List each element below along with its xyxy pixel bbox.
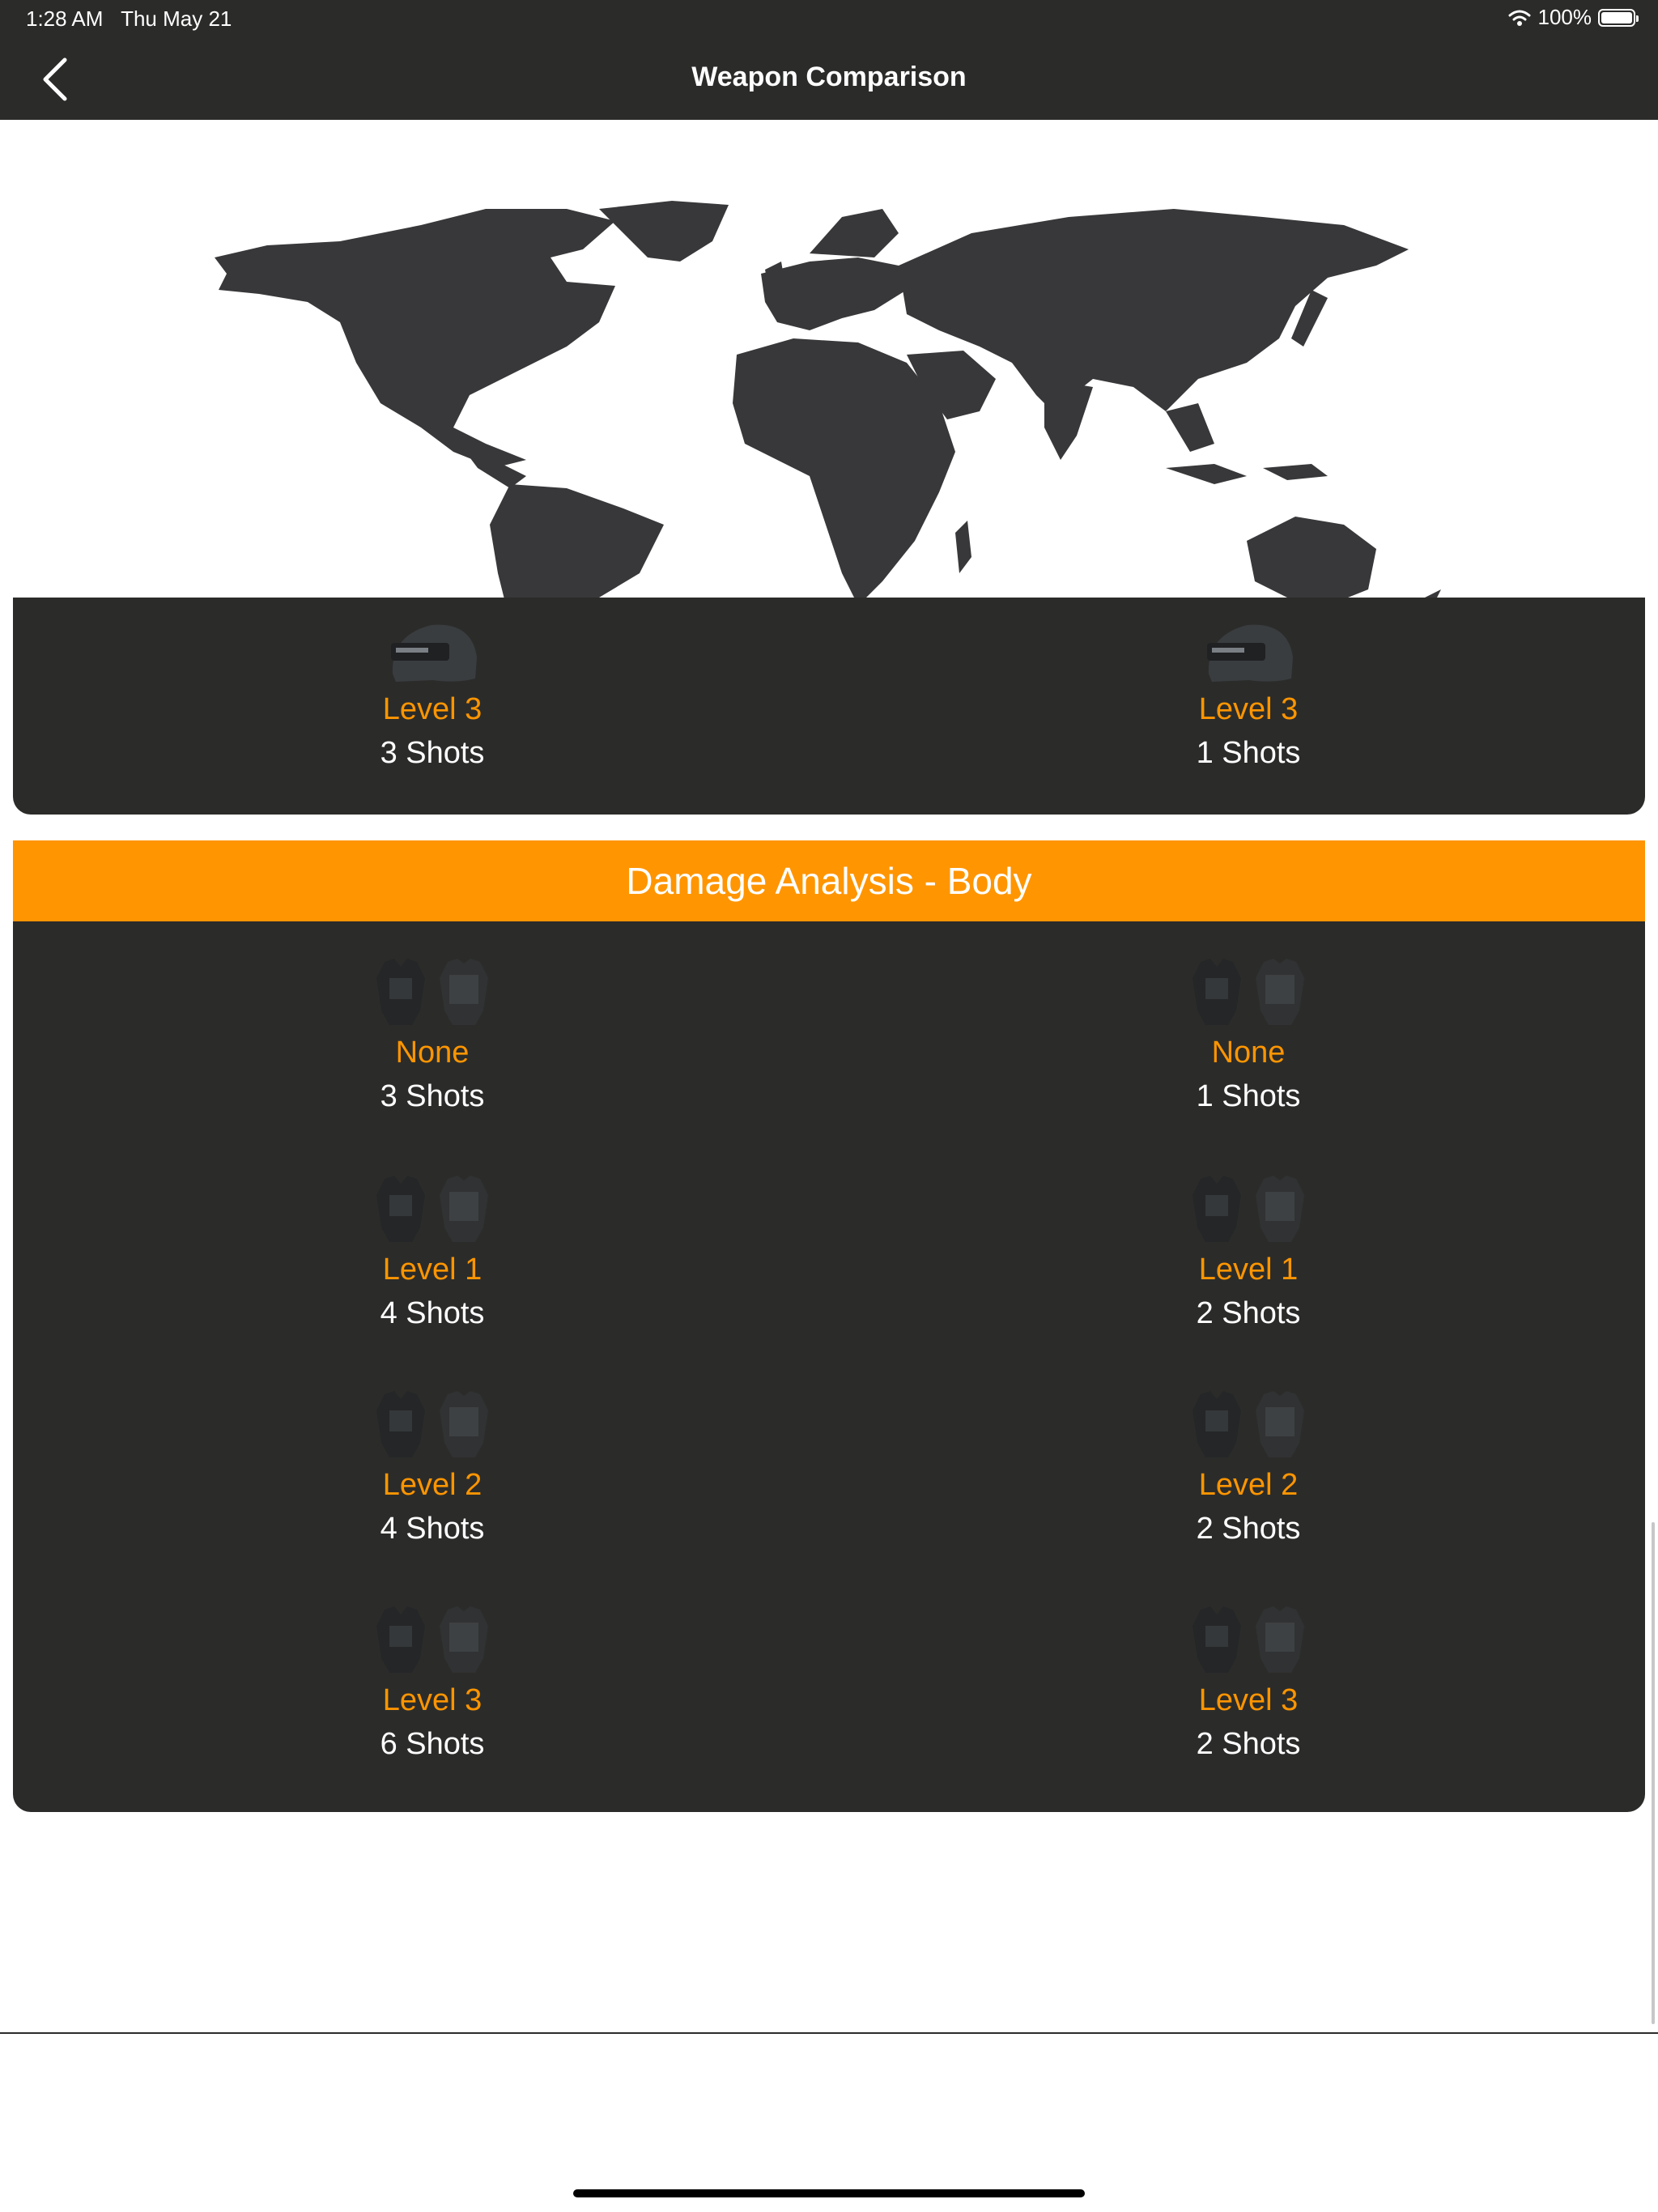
body-level-label: Level 3 <box>382 1683 483 1717</box>
body-right-cell: None 1 Shots <box>1086 954 1410 1119</box>
status-date-text: Thu May 21 <box>121 6 232 31</box>
bottom-divider <box>0 2032 1658 2034</box>
helmet-icon-wrap <box>1086 610 1410 688</box>
vest-icon-wrap <box>1086 1386 1410 1464</box>
body-shots-value: 6 Shots <box>380 1727 485 1761</box>
body-level-label: Level 1 <box>1198 1253 1299 1287</box>
vest-icon <box>1192 1391 1241 1457</box>
vest-back-icon <box>1256 1391 1304 1457</box>
body-level-label: None <box>1211 1036 1286 1070</box>
vest-icon-wrap <box>1086 954 1410 1032</box>
helmet-right-cell: Level 3 1 Shots <box>1086 610 1410 776</box>
vest-back-icon <box>440 1176 488 1242</box>
status-time-text: 1:28 AM <box>26 6 104 31</box>
body-level-label: Level 2 <box>382 1468 483 1502</box>
status-bar: 1:28 AM Thu May 21 100% <box>0 0 1658 39</box>
vest-icon <box>1192 959 1241 1025</box>
body-shots-value: 2 Shots <box>1196 1296 1301 1330</box>
vest-back-icon <box>1256 1606 1304 1673</box>
helmet-icon-wrap <box>270 610 594 688</box>
vest-back-icon <box>440 1606 488 1673</box>
body-level-label: None <box>395 1036 470 1070</box>
vest-back-icon <box>1256 959 1304 1025</box>
home-indicator[interactable] <box>573 2189 1085 2197</box>
body-left-cell: Level 2 4 Shots <box>270 1386 594 1551</box>
vest-back-icon <box>440 1391 488 1457</box>
vest-icon <box>376 959 425 1025</box>
helmet-level-label: Level 3 <box>382 692 483 726</box>
scrollbar[interactable] <box>1652 1522 1655 2024</box>
vest-icon-wrap <box>270 1386 594 1464</box>
battery-percent: 100% <box>1537 5 1592 29</box>
page-title: Weapon Comparison <box>691 62 967 92</box>
body-shots-value: 1 Shots <box>1196 1079 1301 1113</box>
helmet-icon <box>1207 624 1293 682</box>
world-map-icon <box>215 201 1441 695</box>
body-shots-value: 2 Shots <box>1196 1727 1301 1761</box>
body-right-cell: Level 1 2 Shots <box>1086 1171 1410 1336</box>
body-shots-value: 2 Shots <box>1196 1512 1301 1546</box>
helmet-analysis-card: Level 3 3 Shots Level 3 1 Shots <box>13 598 1645 815</box>
vest-icon-wrap <box>1086 1602 1410 1679</box>
battery-icon <box>1598 8 1639 27</box>
wifi-icon <box>1508 10 1530 26</box>
body-left-cell: Level 3 6 Shots <box>270 1602 594 1767</box>
body-analysis-card: Damage Analysis - Body None 3 Shots Leve… <box>13 840 1645 1812</box>
section-header: Damage Analysis - Body <box>13 840 1645 921</box>
vest-back-icon <box>440 959 488 1025</box>
body-shots-value: 4 Shots <box>380 1512 485 1546</box>
vest-icon <box>1192 1176 1241 1242</box>
helmet-icon <box>391 624 477 682</box>
helmet-level-label: Level 3 <box>1198 692 1299 726</box>
vest-back-icon <box>1256 1176 1304 1242</box>
status-right: 100% <box>1507 5 1639 30</box>
vest-icon-wrap <box>270 1171 594 1249</box>
helmet-left-cell: Level 3 3 Shots <box>270 610 594 776</box>
vest-icon-wrap <box>1086 1171 1410 1249</box>
body-level-label: Level 2 <box>1198 1468 1299 1502</box>
vest-icon-wrap <box>270 954 594 1032</box>
body-level-label: Level 3 <box>1198 1683 1299 1717</box>
body-left-cell: None 3 Shots <box>270 954 594 1119</box>
helmet-shots-value: 1 Shots <box>1196 736 1301 770</box>
body-right-cell: Level 2 2 Shots <box>1086 1386 1410 1551</box>
vest-icon-wrap <box>270 1602 594 1679</box>
body-level-label: Level 1 <box>382 1253 483 1287</box>
vest-icon <box>376 1606 425 1673</box>
status-time: 1:28 AM Thu May 21 <box>26 6 232 32</box>
body-right-cell: Level 3 2 Shots <box>1086 1602 1410 1767</box>
body-shots-value: 3 Shots <box>380 1079 485 1113</box>
helmet-shots-value: 3 Shots <box>380 736 485 770</box>
vest-icon <box>376 1176 425 1242</box>
vest-icon <box>376 1391 425 1457</box>
nav-bar: Weapon Comparison <box>0 39 1658 120</box>
map-area <box>0 120 1658 695</box>
vest-icon <box>1192 1606 1241 1673</box>
body-shots-value: 4 Shots <box>380 1296 485 1330</box>
body-left-cell: Level 1 4 Shots <box>270 1171 594 1336</box>
